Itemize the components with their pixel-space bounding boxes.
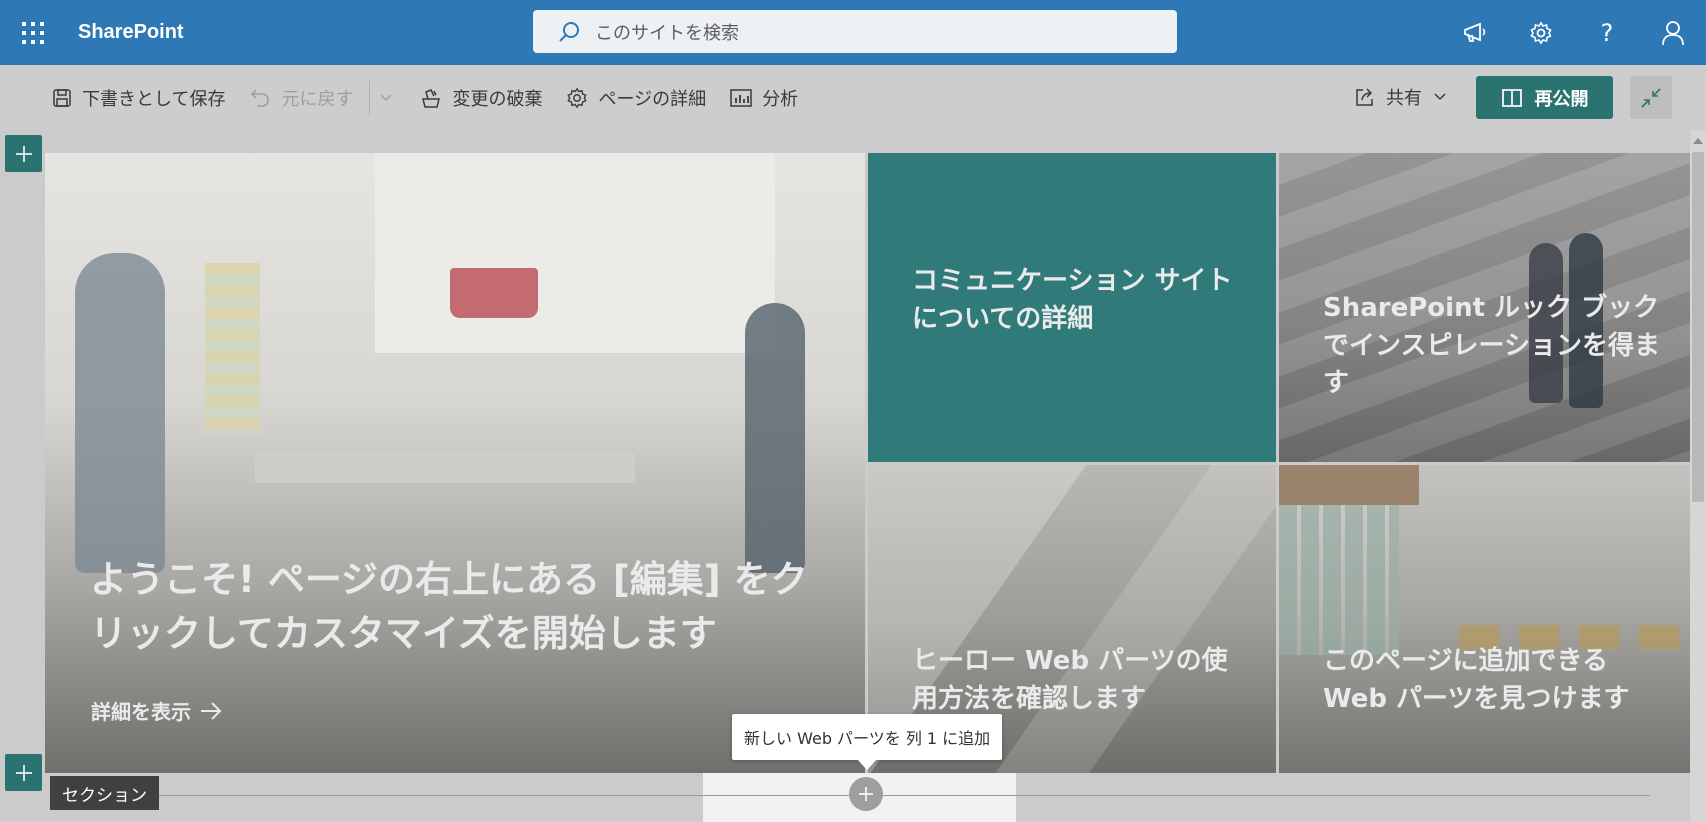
tooltip-beak: [856, 758, 878, 770]
undo-divider: [369, 80, 371, 115]
waffle-icon: [22, 21, 44, 44]
help-icon: ?: [1600, 18, 1614, 47]
save-draft-label: 下書きとして保存: [82, 88, 226, 110]
share-icon: [1356, 88, 1373, 106]
add-section-button-bottom[interactable]: [5, 754, 42, 791]
command-bar: 下書きとして保存 元に戻す 変更の破棄 ページの詳細 分析 共有 再公開: [0, 65, 1706, 130]
discard-changes-label: 変更の破棄: [452, 88, 543, 110]
undo-button[interactable]: 元に戻す: [237, 78, 365, 118]
railing-decoration: [1279, 505, 1399, 655]
hero-tile-web-parts[interactable]: このページに追加できる Web パーツを見つけます: [1279, 465, 1690, 773]
undo-label: 元に戻す: [281, 88, 354, 110]
scrollbar-thumb[interactable]: [1692, 152, 1704, 502]
app-launcher-button[interactable]: [0, 0, 66, 65]
scroll-up-arrow[interactable]: [1690, 134, 1706, 148]
search-icon: [559, 21, 579, 42]
hero-tile-lookbook[interactable]: SharePoint ルック ブックでインスピレーションを得ます: [1279, 153, 1690, 462]
hero-main-title: ようこそ! ページの右上にある [編集] をクリックしてカスタマイズを開始します: [90, 558, 808, 655]
arrow-right-icon: [201, 701, 222, 720]
triangle-up-icon: [1693, 138, 1703, 144]
person-decoration: [745, 303, 805, 573]
hero-tile-title: ヒーロー Web パーツの使用方法を確認します: [912, 646, 1228, 714]
search-box[interactable]: このサイトを検索: [533, 10, 1177, 53]
sticky-notes-decoration: [205, 263, 260, 433]
chevron-down-icon: [1434, 93, 1446, 101]
search-placeholder: このサイトを検索: [595, 22, 739, 44]
user-icon: [1662, 20, 1684, 45]
add-web-part-button[interactable]: [849, 777, 883, 811]
suite-right-actions: ?: [1442, 0, 1706, 65]
hero-tile-title: このページに追加できる Web パーツを見つけます: [1323, 646, 1630, 714]
suite-bar: SharePoint このサイトを検索 ?: [0, 0, 1706, 65]
whats-new-button[interactable]: [1442, 0, 1508, 65]
collapse-icon: [1641, 87, 1661, 108]
hero-tile-title: コミュニケーション サイトについての詳細: [912, 266, 1233, 334]
help-button[interactable]: ?: [1574, 0, 1640, 65]
plus-icon: [15, 764, 32, 781]
hero-tile-communication-site[interactable]: コミュニケーション サイトについての詳細: [868, 153, 1276, 462]
add-web-part-tooltip: 新しい Web パーツを 列 1 に追加: [732, 714, 1003, 760]
book-icon: [1501, 88, 1522, 107]
gear-icon: [1530, 21, 1552, 44]
collapse-button[interactable]: [1630, 76, 1672, 119]
page-details-button[interactable]: ページの詳細: [554, 78, 718, 118]
share-label: 共有: [1386, 88, 1422, 109]
person-decoration: [75, 253, 165, 573]
analytics-icon: [730, 88, 752, 107]
lamp-decoration: [450, 268, 538, 318]
save-icon: [53, 88, 71, 107]
table-decoration: [255, 453, 635, 483]
undo-dropdown[interactable]: [374, 78, 408, 118]
megaphone-icon: [1464, 22, 1486, 42]
save-draft-button[interactable]: 下書きとして保存: [40, 78, 237, 118]
page-details-label: ページの詳細: [598, 88, 707, 110]
settings-button[interactable]: [1508, 0, 1574, 65]
hero-main-tile[interactable]: ようこそ! ページの右上にある [編集] をクリックしてカスタマイズを開始します…: [45, 153, 865, 773]
analytics-label: 分析: [762, 88, 799, 110]
discard-icon: [422, 88, 441, 108]
window-decoration: [375, 153, 775, 353]
republish-button[interactable]: 再公開: [1476, 76, 1613, 119]
brand-name[interactable]: SharePoint: [78, 21, 184, 44]
section-label[interactable]: セクション: [50, 776, 159, 810]
ceiling-decoration: [1279, 465, 1419, 505]
analytics-button[interactable]: 分析: [718, 78, 810, 118]
see-details-link[interactable]: 詳細を表示: [91, 696, 223, 725]
republish-label: 再公開: [1534, 88, 1589, 110]
section-divider: [150, 795, 1650, 796]
hero-tile-title: SharePoint ルック ブックでインスピレーションを得ます: [1323, 293, 1660, 399]
gear-icon: [567, 87, 588, 108]
share-button[interactable]: 共有: [1342, 77, 1458, 117]
plus-icon: [859, 787, 873, 801]
see-details-label: 詳細を表示: [91, 700, 191, 724]
account-button[interactable]: [1640, 0, 1706, 65]
undo-icon: [251, 88, 270, 107]
discard-changes-button[interactable]: 変更の破棄: [408, 78, 554, 118]
chevron-down-icon: [380, 93, 392, 101]
add-section-button-top[interactable]: [5, 135, 42, 172]
plus-icon: [15, 145, 32, 162]
